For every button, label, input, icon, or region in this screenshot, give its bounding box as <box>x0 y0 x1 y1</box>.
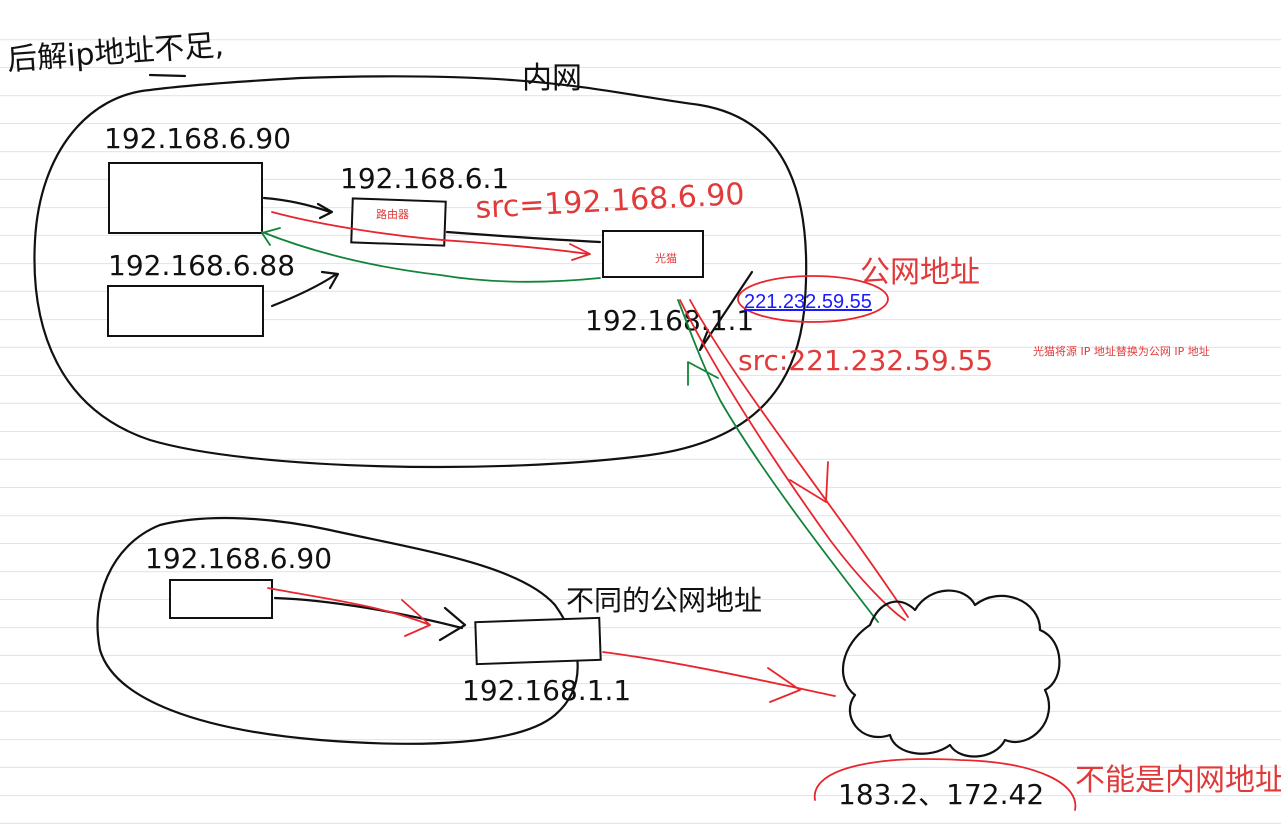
header-note: 后解ip地址不足, <box>6 28 225 78</box>
second-note: 不同的公网地址 <box>566 584 762 617</box>
router-to-modem-line <box>445 230 602 244</box>
bottom-note: 不能是内网地址 <box>1075 763 1281 798</box>
pc1-to-router-arrow <box>262 196 334 220</box>
pc3-box <box>169 579 273 619</box>
modem2-to-cloud-arrow <box>602 651 836 703</box>
red-path-second <box>267 587 431 637</box>
src-after-label: src:221.232.59.55 <box>738 344 993 377</box>
src-before-label: src=192.168.6.90 <box>475 177 746 226</box>
modem2-ip: 192.168.1.1 <box>462 674 631 707</box>
intranet-label: 内网 <box>522 61 582 96</box>
public-label: 公网地址 <box>860 255 980 290</box>
modem-label: 光猫 <box>655 251 677 265</box>
modem-box <box>602 230 704 278</box>
pc2-box <box>107 285 264 337</box>
pc1-box <box>108 162 263 234</box>
pc2-ip: 192.168.6.88 <box>108 249 295 282</box>
pc1-ip: 192.168.6.90 <box>104 122 291 155</box>
modem-ip: 192.168.1.1 <box>585 304 754 337</box>
nat-note: 光猫将源 IP 地址替换为公网 IP 地址 <box>1033 344 1210 358</box>
public-ip-link[interactable]: 221.232.59.55 <box>744 291 872 314</box>
internet-cloud <box>841 589 1061 758</box>
pc3-to-modem2-arrow <box>273 596 467 642</box>
pc3-ip: 192.168.6.90 <box>145 542 332 575</box>
diagram-canvas: 后解ip地址不足, 内网 192.168.6.90 192.168.6.88 1… <box>6 28 1281 811</box>
modem2-box <box>474 616 602 666</box>
bottom-ip: 183.2、172.42 <box>838 778 1044 811</box>
router-label: 路由器 <box>376 207 409 221</box>
